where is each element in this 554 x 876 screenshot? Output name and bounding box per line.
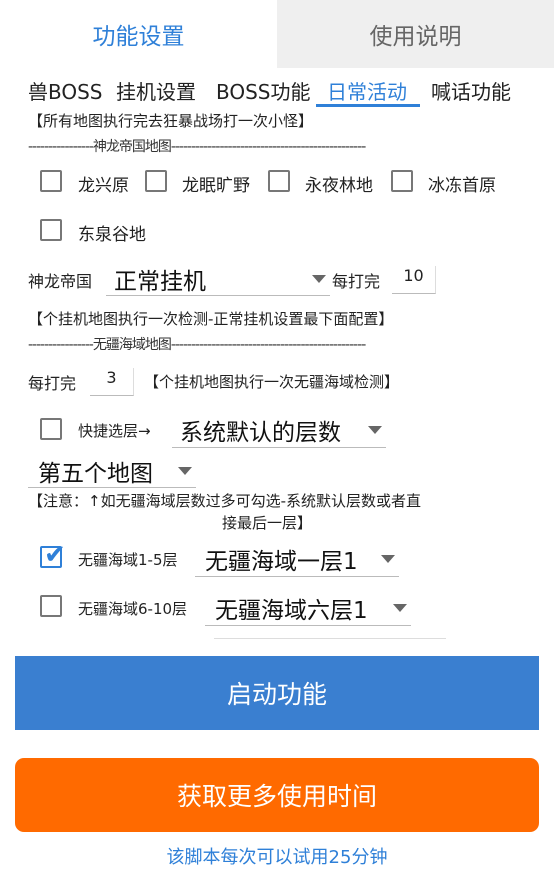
map-select[interactable]: 第五个地图 [28, 454, 196, 488]
chevron-down-icon [312, 275, 326, 283]
layer-6-10-select[interactable]: 无疆海域六层1 [205, 590, 411, 626]
all-maps-note: 【所有地图执行完去狂暴战场打一次小怪】 [28, 112, 314, 130]
checkmark-icon: ✔ [44, 540, 66, 570]
shenlong-mode-value: 正常挂机 [114, 268, 206, 295]
checkbox-label-yongyelindi: 永夜林地 [305, 176, 373, 196]
warning-line-1: 【注意：↑如无疆海域层数过多可勾选-系统默认层数或者直 [28, 492, 421, 510]
tab-feature-settings[interactable]: 功能设置 [0, 0, 277, 68]
layer-6-10-label: 无疆海域6-10层 [78, 600, 188, 618]
shenlong-hint: 【个挂机地图执行一次检测-正常挂机设置最下面配置】 [28, 310, 394, 328]
checkbox-layer-6-10[interactable] [40, 595, 62, 617]
shenlong-label: 神龙帝国 [28, 272, 93, 291]
shenlong-every-label: 每打完 [332, 272, 381, 291]
start-function-button[interactable]: 启动功能 [15, 656, 539, 730]
warning-line-2: 接最后一层】 [222, 514, 313, 532]
subtab-beast-boss[interactable]: 兽BOSS [28, 76, 103, 105]
subtab-idle-settings[interactable]: 挂机设置 [116, 76, 196, 105]
checkbox-yongyelindi[interactable] [268, 170, 290, 192]
wujiang-every-input[interactable]: 3 [90, 368, 134, 396]
wujiang-hint: 【个挂机地图执行一次无疆海域检测】 [144, 373, 400, 391]
checkbox-bingdongshouyuan[interactable] [391, 170, 413, 192]
tab-usage-instructions[interactable]: 使用说明 [277, 0, 554, 68]
shenlong-every-input[interactable]: 10 [392, 266, 436, 294]
subtab-shout-function[interactable]: 喊话功能 [431, 76, 511, 105]
subtab-boss-function[interactable]: BOSS功能 [216, 76, 311, 105]
wujiang-divider: ----------------无疆海域地图------------------… [28, 337, 366, 353]
layer-1-5-label: 无疆海域1-5层 [78, 551, 178, 569]
checkbox-label-longxingyuan: 龙兴原 [78, 176, 129, 196]
quick-layer-select[interactable]: 系统默认的层数 [172, 412, 386, 448]
shenlong-mode-select[interactable]: 正常挂机 [106, 262, 330, 296]
checkbox-longxingyuan[interactable] [40, 170, 62, 192]
checkbox-longmiankuangye[interactable] [145, 170, 167, 192]
active-tab-indicator [316, 104, 420, 107]
checkbox-label-dongquangudi: 东泉谷地 [78, 225, 146, 245]
chevron-down-icon [381, 555, 395, 563]
quick-layer-label: 快捷选层→ [78, 422, 151, 440]
chevron-down-icon [393, 604, 407, 612]
map-select-value: 第五个地图 [38, 460, 153, 487]
checkbox-layer-1-5[interactable]: ✔ [40, 542, 66, 568]
layer-1-5-value: 无疆海域一层1 [205, 548, 358, 575]
checkbox-label-bingdongshouyuan: 冰冻首原 [428, 176, 496, 196]
get-more-time-button[interactable]: 获取更多使用时间 [15, 758, 539, 832]
layer-1-5-select[interactable]: 无疆海域一层1 [195, 541, 399, 577]
separator-line [214, 638, 446, 639]
layer-6-10-value: 无疆海域六层1 [215, 597, 368, 624]
trial-duration-text: 该脚本每次可以试用25分钟 [166, 847, 388, 868]
wujiang-every-label: 每打完 [28, 374, 77, 393]
shenlong-divider: ----------------神龙帝国地图------------------… [28, 139, 366, 155]
chevron-down-icon [178, 467, 192, 475]
checkbox-dongquangudi[interactable] [40, 219, 62, 241]
checkbox-quick-layer[interactable] [40, 418, 62, 440]
quick-layer-value: 系统默认的层数 [180, 419, 341, 446]
chevron-down-icon [368, 426, 382, 434]
checkbox-label-longmiankuangye: 龙眠旷野 [182, 176, 250, 196]
subtab-daily-activity[interactable]: 日常活动 [327, 76, 407, 105]
